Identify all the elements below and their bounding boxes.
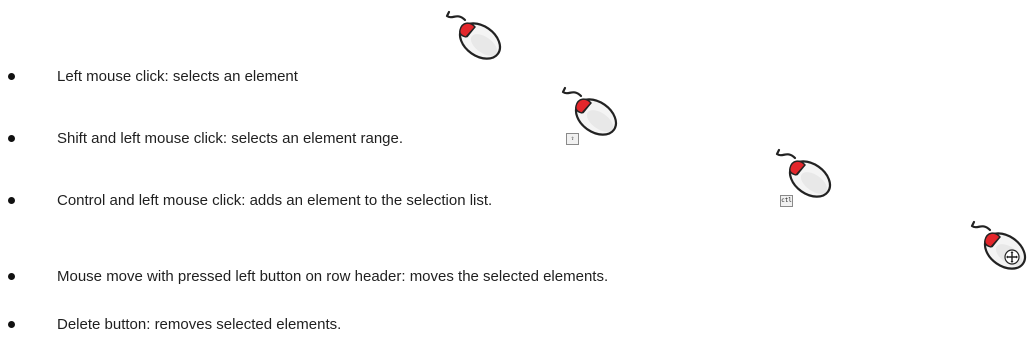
bullet-icon [8,197,15,204]
list-item-text: Delete button: removes selected elements… [57,316,342,333]
bullet-icon [8,273,15,280]
bullet-icon [8,321,15,328]
mouse-move-drag-icon [970,220,1032,278]
bullet-icon [8,73,15,80]
bullet-icon [8,135,15,142]
mouse-left-click-icon [445,10,507,68]
list-item-text: Mouse move with pressed left button on r… [57,268,609,285]
list-item-text: Left mouse click: selects an element [57,68,298,85]
shift-key-icon: ⇧ [566,133,579,145]
ctrl-key-icon: ctl [780,195,793,207]
list-item-text: Control and left mouse click: adds an el… [57,192,493,209]
list-item-text: Shift and left mouse click: selects an e… [57,130,404,147]
